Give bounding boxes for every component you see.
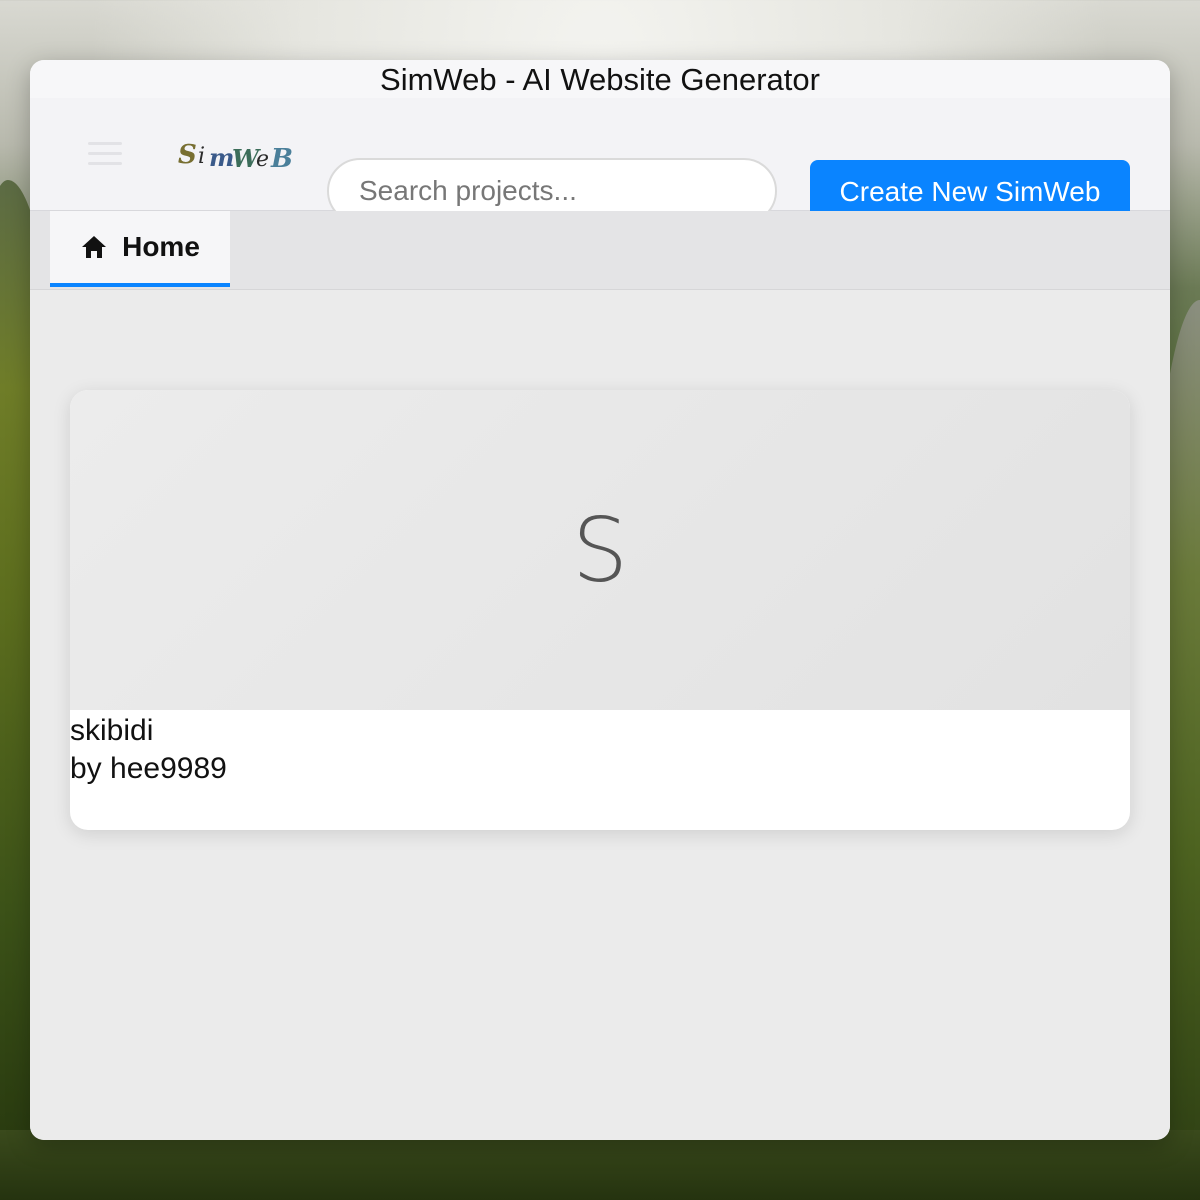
project-thumbnail: S xyxy=(70,390,1130,710)
project-initial: S xyxy=(572,498,628,602)
project-title: skibidi xyxy=(70,714,154,747)
project-author: by hee9989 xyxy=(70,752,227,785)
hamburger-menu-icon[interactable] xyxy=(88,142,122,168)
window-title: SimWeb - AI Website Generator xyxy=(30,60,1170,98)
tab-home-label: Home xyxy=(122,231,200,262)
svg-text:S: S xyxy=(178,140,197,170)
svg-text:e: e xyxy=(256,147,269,172)
home-icon xyxy=(82,236,107,258)
app-header: S S i m W e B Create New SimWeb xyxy=(30,98,1170,224)
svg-text:m: m xyxy=(209,143,234,172)
project-card[interactable]: S skibidi by hee9989 xyxy=(70,390,1130,830)
tab-home[interactable]: Home xyxy=(50,211,230,287)
tab-bar: Home xyxy=(30,211,1170,290)
projects-area: S skibidi by hee9989 xyxy=(30,290,1170,1140)
simweb-logo: S S i m W e B xyxy=(178,140,293,174)
svg-text:B: B xyxy=(270,144,293,174)
app-window: SimWeb - AI Website Generator S S i m W … xyxy=(30,60,1170,1140)
svg-text:i: i xyxy=(198,144,205,169)
background-trees xyxy=(0,1130,1200,1200)
